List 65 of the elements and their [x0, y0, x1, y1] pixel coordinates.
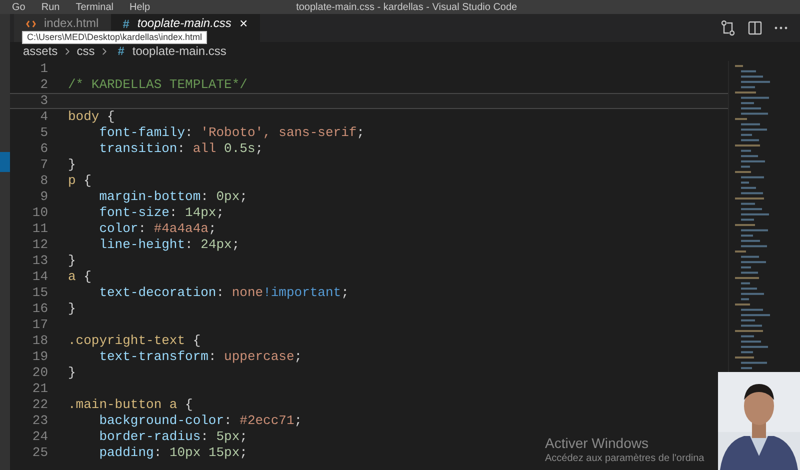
code-line: }: [68, 364, 76, 382]
line-number: 18: [31, 332, 48, 350]
code-line: line-height: 24px;: [98, 236, 240, 254]
code-line: transition: all 0.5s;: [98, 140, 264, 158]
line-number: 20: [31, 364, 48, 382]
line-number: 24: [31, 428, 48, 446]
breadcrumb-item[interactable]: css: [76, 42, 95, 60]
line-number: 23: [31, 412, 48, 430]
line-number: 25: [31, 444, 48, 462]
menu-item[interactable]: Terminal: [76, 0, 114, 14]
line-number: 7: [39, 156, 48, 174]
code-line: margin-bottom: 0px;: [98, 188, 248, 206]
line-number: 12: [31, 236, 48, 254]
code-line: padding: 10px 15px;: [98, 444, 248, 462]
more-icon[interactable]: [774, 26, 788, 30]
line-number: 14: [31, 268, 48, 286]
menu-item[interactable]: Go: [12, 0, 26, 14]
split-editor-icon[interactable]: [748, 21, 762, 35]
code-line: }: [68, 156, 76, 174]
compare-changes-icon[interactable]: [720, 20, 736, 36]
breadcrumb-item[interactable]: assets: [23, 42, 58, 60]
line-number: 15: [31, 284, 48, 302]
close-icon[interactable]: ×: [239, 16, 248, 31]
line-number: 10: [31, 204, 48, 222]
code-file-icon: [26, 18, 36, 28]
code-line: .copyright-text {: [68, 332, 201, 350]
active-indicator: [0, 152, 10, 172]
line-number: 13: [31, 252, 48, 270]
line-number: 16: [31, 300, 48, 318]
line-number: 4: [39, 108, 48, 126]
code-line: a {: [68, 268, 92, 286]
menu-item[interactable]: Help: [130, 0, 150, 14]
line-number: 17: [31, 316, 48, 334]
code-line: text-decoration: none!important;: [98, 284, 349, 302]
code-line: }: [68, 300, 76, 318]
code-line: border-radius: 5px;: [98, 428, 248, 446]
line-number: 22: [31, 396, 48, 414]
line-number: 19: [31, 348, 48, 366]
css-hash-icon: #: [122, 14, 130, 32]
code-line: p {: [68, 172, 92, 190]
line-number: 9: [39, 188, 48, 206]
line-number: 21: [31, 380, 48, 398]
line-number: 3: [39, 92, 48, 110]
css-hash-icon: #: [118, 42, 124, 60]
line-number: 1: [39, 60, 48, 78]
breadcrumb-item[interactable]: tooplate-main.css: [132, 42, 226, 60]
code-line: color: #4a4a4a;: [98, 220, 216, 238]
window-title: tooplate-main.css - kardellas - Visual Studio Code: [296, 0, 518, 14]
activation-text: Accédez aux paramètres de l'ordina: [545, 452, 704, 465]
code-line: font-size: 14px;: [98, 204, 224, 222]
line-number: 11: [31, 220, 48, 238]
code-line: /* KARDELLAS TEMPLATE*/: [68, 76, 248, 94]
code-line: body {: [68, 108, 115, 126]
activation-title: Activer Windows: [545, 435, 650, 452]
line-number: 2: [39, 76, 48, 94]
tooltip: C:\Users\MED\Desktop\kardellas\index.html: [22, 31, 208, 44]
code-line: background-color: #2ecc71;: [98, 412, 302, 430]
line-number: 6: [39, 140, 48, 158]
line-number: 5: [39, 124, 48, 142]
code-line: }: [68, 252, 76, 270]
code-line: text-transform: uppercase;: [98, 348, 302, 366]
code-line: font-family: 'Roboto', sans-serif;: [98, 124, 364, 142]
line-number: 8: [39, 172, 48, 190]
menu-item[interactable]: Run: [41, 0, 60, 14]
code-line: .main-button a {: [68, 396, 193, 414]
